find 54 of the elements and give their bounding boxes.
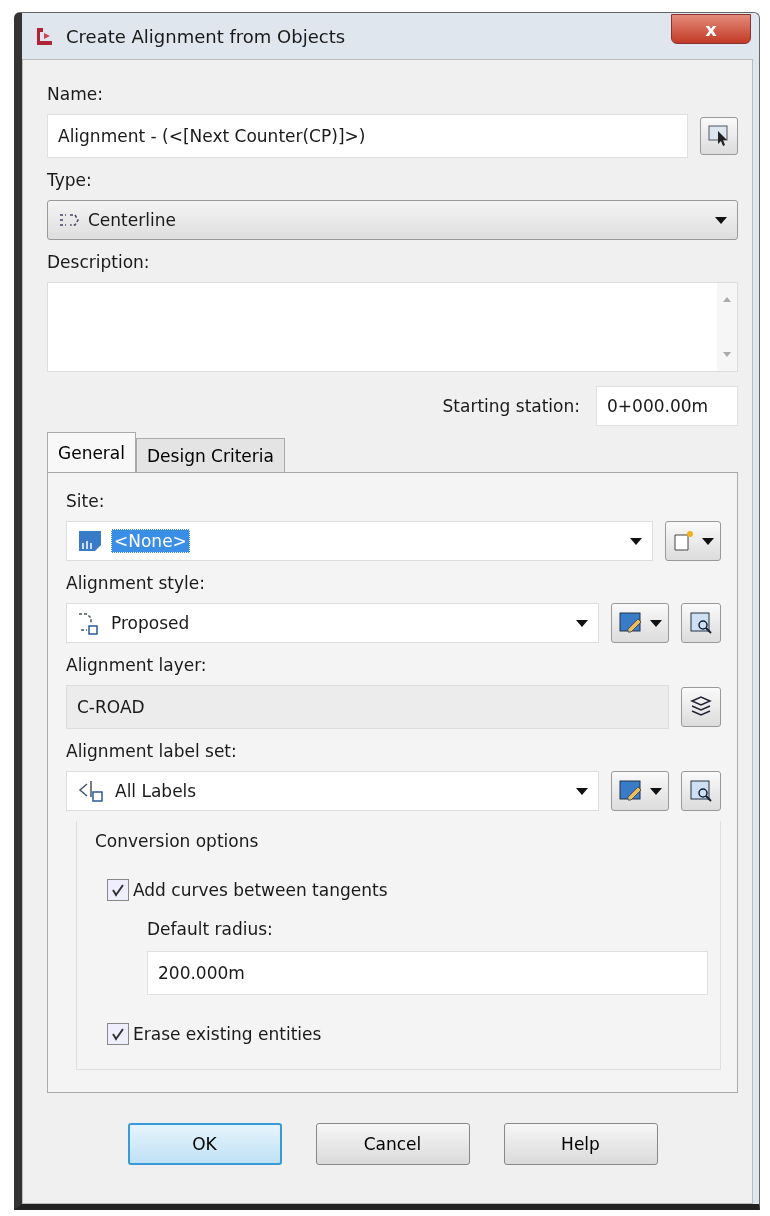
field-label: Alignment layer:	[66, 655, 208, 675]
caret-icon	[650, 619, 662, 627]
alignment-layer-field[interactable]: C-ROAD	[66, 685, 669, 729]
field-label: Starting station:	[442, 396, 580, 416]
dialog-button[interactable]: Help	[503, 1123, 658, 1165]
layers-icon	[688, 695, 714, 719]
field-label: Name:	[47, 84, 104, 104]
window-title: Create Alignment from Objects	[66, 25, 347, 47]
starting-station-field[interactable]: 0+000.00m	[596, 386, 738, 426]
caret-icon	[650, 787, 662, 795]
edit-style-button[interactable]	[611, 603, 669, 643]
caret-icon	[702, 537, 714, 545]
edit-icon	[618, 779, 644, 803]
caret-icon	[630, 537, 642, 545]
magnifier-icon	[689, 779, 713, 803]
field-label: Default radius:	[147, 919, 274, 939]
checkbox-label: Erase existing entities	[133, 1024, 322, 1044]
edit-icon	[618, 611, 644, 635]
description-field[interactable]	[47, 282, 738, 372]
scrollbar[interactable]	[717, 283, 737, 371]
field-label: Type:	[47, 170, 93, 190]
type-dropdown[interactable]: Centerline	[47, 200, 738, 240]
dialog-button[interactable]: OK	[127, 1123, 282, 1165]
field-label: Description:	[47, 252, 151, 272]
magnifier-icon	[689, 611, 713, 635]
edit-label-set-button[interactable]	[611, 771, 669, 811]
name-field[interactable]: Alignment - (<[Next Counter(CP)]>)	[47, 114, 688, 158]
caret-icon	[576, 787, 588, 795]
centerline-icon	[58, 212, 80, 228]
tab[interactable]: Design Criteria	[136, 438, 285, 472]
pick-button[interactable]	[700, 117, 738, 155]
check-icon	[111, 883, 125, 897]
caret-icon	[576, 619, 588, 627]
close-button[interactable]: x	[671, 14, 751, 44]
group-title: Conversion options	[95, 831, 260, 851]
checkbox[interactable]	[107, 1023, 129, 1045]
field-label: Site:	[66, 491, 106, 511]
preview-button[interactable]	[681, 603, 721, 643]
preview-button[interactable]	[681, 771, 721, 811]
checkbox[interactable]	[107, 879, 129, 901]
field-label: Alignment style:	[66, 573, 206, 593]
caret-icon	[715, 216, 727, 224]
cursor-icon	[707, 124, 731, 148]
checkbox-label: Add curves between tangents	[133, 880, 388, 900]
default-radius-field[interactable]: 200.000m	[147, 951, 708, 995]
layer-button[interactable]	[681, 687, 721, 727]
tab[interactable]: General	[47, 432, 136, 472]
new-site-button[interactable]	[665, 521, 721, 561]
field-label: Alignment label set:	[66, 741, 238, 761]
label-set-dropdown[interactable]: All Labels	[66, 771, 599, 811]
new-document-icon	[672, 529, 696, 553]
alignment-style-dropdown[interactable]: Proposed	[66, 603, 599, 643]
check-icon	[111, 1027, 125, 1041]
dialog-button[interactable]: Cancel	[315, 1123, 470, 1165]
